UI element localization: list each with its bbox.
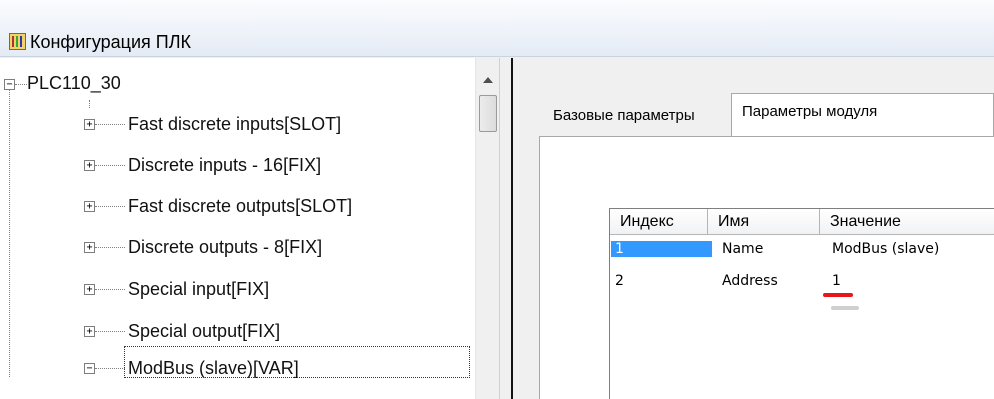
collapse-icon[interactable]: − bbox=[84, 363, 95, 374]
tree-node-label: Discrete outputs - 8[FIX] bbox=[128, 237, 323, 257]
tree-node-label: Special output[FIX] bbox=[128, 321, 281, 341]
table-cell-name[interactable]: Name bbox=[722, 241, 763, 257]
tree-connector bbox=[95, 247, 125, 248]
annotation-underline-shadow bbox=[831, 306, 859, 310]
module-params-table[interactable]: Индекс Имя Значение bbox=[609, 208, 994, 399]
scroll-up-arrow-icon[interactable] bbox=[483, 77, 493, 83]
tree-node-label: Fast discrete inputs[SLOT] bbox=[128, 114, 342, 134]
tree-node-special-output[interactable]: + Special output[FIX] bbox=[0, 319, 470, 347]
tree-node-fast-discrete-outputs[interactable]: + Fast discrete outputs[SLOT] bbox=[0, 195, 470, 223]
tab-basic-parameters[interactable]: Базовые параметры bbox=[553, 107, 695, 125]
tree-node-fast-discrete-inputs[interactable]: + Fast discrete inputs[SLOT] bbox=[0, 111, 470, 139]
table-cell-name[interactable]: Address bbox=[722, 273, 778, 289]
table-cell-value[interactable]: ModBus (slave) bbox=[832, 241, 939, 257]
tree-node-special-input[interactable]: + Special input[FIX] bbox=[0, 277, 470, 305]
expand-icon[interactable]: + bbox=[84, 160, 95, 171]
tree-connector bbox=[15, 84, 27, 85]
column-header-name[interactable]: Имя bbox=[708, 209, 820, 235]
table-cell-index[interactable]: 1 bbox=[615, 241, 624, 257]
tree-node-label: Special input[FIX] bbox=[128, 279, 270, 299]
expand-icon[interactable]: + bbox=[84, 119, 95, 130]
tree-guide-line bbox=[89, 100, 90, 108]
scrollbar-thumb[interactable] bbox=[479, 95, 497, 132]
expand-icon[interactable]: + bbox=[84, 326, 95, 337]
tree-connector bbox=[95, 331, 125, 332]
expand-icon[interactable]: + bbox=[84, 284, 95, 295]
column-header-value[interactable]: Значение bbox=[820, 209, 994, 235]
window-title: Конфигурация ПЛК bbox=[30, 32, 192, 52]
window-titlebar: Конфигурация ПЛК bbox=[0, 0, 994, 57]
tree-scrollbar[interactable] bbox=[475, 58, 500, 399]
tree-node-discrete-inputs[interactable]: + Discrete inputs - 16[FIX] bbox=[0, 153, 470, 181]
column-header-index[interactable]: Индекс bbox=[610, 209, 708, 235]
expand-icon[interactable]: + bbox=[84, 242, 95, 253]
tree-node-discrete-outputs[interactable]: + Discrete outputs - 8[FIX] bbox=[0, 235, 470, 263]
tree-node-label: Discrete inputs - 16[FIX] bbox=[128, 155, 322, 175]
tree-connector bbox=[95, 368, 125, 369]
expand-icon[interactable]: + bbox=[84, 201, 95, 212]
tree-connector bbox=[95, 289, 125, 290]
annotation-underline bbox=[823, 293, 853, 297]
tree-connector bbox=[95, 124, 125, 125]
tab-module-parameters[interactable]: Параметры модуля bbox=[742, 103, 877, 121]
collapse-icon[interactable]: − bbox=[4, 79, 15, 90]
table-cell-value[interactable]: 1 bbox=[832, 273, 841, 289]
plc-config-icon bbox=[9, 33, 26, 50]
tree-connector bbox=[95, 165, 125, 166]
tree-focus-outline bbox=[124, 346, 470, 378]
tree-node-root[interactable]: − PLC110_30 bbox=[0, 71, 470, 99]
tree-node-label: PLC110_30 bbox=[27, 73, 121, 93]
tree-connector bbox=[95, 206, 125, 207]
table-cell-index[interactable]: 2 bbox=[615, 273, 624, 289]
selected-row-highlight bbox=[611, 241, 712, 257]
tree-node-label: Fast discrete outputs[SLOT] bbox=[128, 196, 353, 216]
